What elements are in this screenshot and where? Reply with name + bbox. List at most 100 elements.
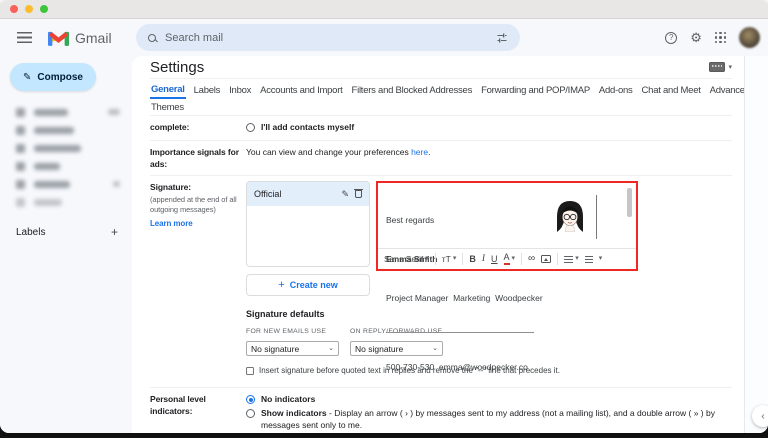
chevron-left-icon: ‹ — [761, 410, 765, 422]
align-button[interactable]: ▾ — [564, 253, 579, 265]
show-side-panel-button[interactable]: ‹ — [752, 405, 768, 427]
sidebar-item-blurred[interactable] — [0, 193, 132, 211]
brand-text: Gmail — [75, 29, 112, 46]
macos-titlebar — [0, 0, 768, 19]
chevron-down-icon: ▾ — [511, 255, 516, 262]
font-family-button[interactable]: Sans Serif ▾ — [384, 253, 429, 265]
header-actions: ? ⚙ — [665, 19, 760, 56]
settings-main: Settings ▾ General Labels Inbox Accounts… — [132, 56, 744, 433]
search-input[interactable] — [165, 31, 487, 44]
tab-filters[interactable]: Filters and Blocked Addresses — [351, 83, 474, 98]
tab-advanced[interactable]: Advanced — [709, 83, 744, 98]
setting-label: Personal level indicators: — [150, 394, 206, 416]
new-emails-select[interactable]: No signature ⌄ — [246, 341, 339, 356]
search-options-icon[interactable] — [496, 32, 508, 44]
chevron-down-icon: ▾ — [728, 64, 732, 71]
signature-avatar-illustration — [552, 196, 588, 238]
signature-sublabel: (appended at the end of all outgoing mes… — [150, 195, 237, 214]
help-icon[interactable]: ? — [665, 31, 678, 44]
insert-before-quoted-checkbox[interactable] — [246, 367, 254, 375]
zoom-window-button[interactable] — [40, 5, 48, 13]
gmail-logo[interactable]: Gmail — [48, 30, 112, 46]
sidebar-item-blurred[interactable] — [0, 103, 132, 121]
ads-text: You can view and change your preferences — [246, 147, 412, 157]
sidebar-item-blurred[interactable] — [0, 121, 132, 139]
setting-label: complete: — [150, 122, 190, 132]
compose-label: Compose — [37, 71, 83, 83]
main-menu-icon[interactable] — [17, 32, 32, 43]
radio-label: I'll add contacts myself — [261, 122, 355, 132]
gmail-m-icon — [48, 31, 69, 46]
tab-labels[interactable]: Labels — [193, 83, 222, 98]
sidebar-item-blurred[interactable] — [0, 175, 132, 193]
radio-no-indicators[interactable] — [246, 395, 255, 404]
tab-chat-and-meet[interactable]: Chat and Meet — [641, 83, 702, 98]
google-apps-icon[interactable] — [714, 31, 726, 44]
signature-editor-highlighted[interactable]: Best regards Emma Smith Project Manager … — [376, 181, 638, 372]
editor-scrollbar[interactable] — [627, 188, 632, 217]
bold-button[interactable]: B — [469, 253, 476, 265]
account-avatar[interactable] — [739, 27, 760, 48]
new-emails-label: FOR NEW EMAILS USE — [246, 328, 327, 335]
setting-label: Importance signals for ads: — [150, 147, 239, 169]
radio-add-contacts-myself[interactable] — [246, 123, 255, 132]
signature-vertical-divider — [596, 195, 597, 239]
italic-button[interactable]: I — [482, 253, 485, 265]
tab-general[interactable]: General — [150, 82, 186, 99]
side-panel-strip: ‹ — [744, 56, 768, 433]
page-title: Settings — [150, 58, 205, 76]
chevron-down-icon: ⌄ — [328, 344, 334, 352]
preferences-link[interactable]: here — [411, 147, 428, 157]
setting-row-importance-signals: Importance signals for ads: You can view… — [150, 141, 732, 176]
signature-list: Official ✎ — [246, 181, 370, 267]
tab-themes[interactable]: Themes — [150, 100, 185, 115]
compose-button[interactable]: ✎ Compose — [10, 63, 96, 91]
keyboard-icon — [709, 62, 726, 72]
tab-inbox[interactable]: Inbox — [228, 83, 252, 98]
settings-gear-icon[interactable]: ⚙ — [690, 31, 702, 44]
radio-label: No indicators — [261, 394, 316, 404]
signature-divider-line — [386, 332, 534, 333]
create-label-icon[interactable]: + — [111, 225, 118, 239]
radio-show-indicators[interactable] — [246, 409, 255, 418]
sidebar: ✎ Compose Labels + — [0, 56, 132, 433]
tab-forwarding[interactable]: Forwarding and POP/IMAP — [480, 83, 591, 98]
chevron-down-icon: ▾ — [452, 255, 457, 262]
signature-line-greeting: Best regards — [386, 215, 435, 225]
sidebar-folder-list — [0, 103, 132, 211]
plus-icon: + — [278, 279, 285, 291]
settings-tabs: General Labels Inbox Accounts and Import… — [150, 79, 744, 116]
close-window-button[interactable] — [10, 5, 18, 13]
signature-line-role: Project Manager Marketing Woodpecker — [386, 293, 543, 303]
insert-image-icon[interactable] — [541, 255, 552, 263]
setting-row-signature: Signature: (appended at the end of all o… — [150, 176, 732, 388]
tab-addons[interactable]: Add-ons — [598, 83, 634, 98]
compose-pencil-icon: ✎ — [23, 71, 32, 83]
signature-line-contact: 500-730-530 emma@woodpecker.co — [386, 362, 528, 372]
sidebar-item-blurred[interactable] — [0, 139, 132, 157]
radio-description: - Display an arrow ( › ) by messages sen… — [261, 408, 715, 430]
search-bar[interactable] — [136, 24, 520, 51]
underline-button[interactable]: U — [491, 253, 498, 265]
text-color-button[interactable]: A ▾ — [503, 253, 516, 265]
delete-signature-icon[interactable] — [354, 188, 363, 198]
input-tools-button[interactable]: ▾ — [709, 62, 732, 72]
chevron-down-icon: ▾ — [425, 255, 429, 262]
edit-signature-icon[interactable]: ✎ — [341, 189, 349, 199]
minimize-window-button[interactable] — [25, 5, 33, 13]
list-icon[interactable] — [584, 255, 593, 263]
align-left-icon — [564, 255, 574, 263]
more-options-icon[interactable]: ▾ — [599, 253, 603, 265]
editor-toolbar: Sans Serif ▾ ᴛT ▾ B I U A ▾ ∞ ▾ ▾ — [378, 248, 636, 269]
font-size-button[interactable]: ᴛT ▾ — [442, 253, 457, 265]
insert-link-icon[interactable]: ∞ — [528, 253, 535, 265]
tab-accounts-and-import[interactable]: Accounts and Import — [259, 83, 343, 98]
learn-more-link[interactable]: Learn more — [150, 218, 246, 230]
setting-row-autocomplete: complete: I'll add contacts myself — [150, 116, 732, 141]
setting-label: Signature: — [150, 182, 192, 192]
macos-window: Gmail ? ⚙ ✎ Compose — [0, 0, 768, 433]
sidebar-item-blurred[interactable] — [0, 157, 132, 175]
signature-item-official[interactable]: Official ✎ — [247, 182, 369, 206]
create-new-signature-button[interactable]: + Create new — [246, 274, 370, 296]
signature-name: Official — [254, 189, 282, 199]
